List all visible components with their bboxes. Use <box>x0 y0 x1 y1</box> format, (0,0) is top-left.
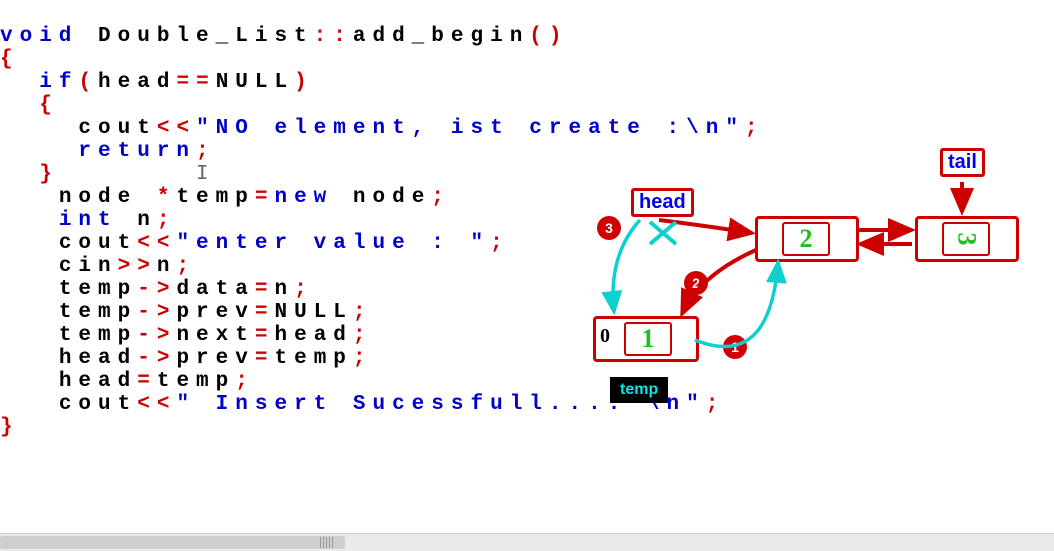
node-3: 3 <box>915 216 1019 262</box>
node-2: 2 <box>755 216 859 262</box>
linked-list-diagram: head tail 2 3 0 1 temp 3 2 1 <box>0 0 1054 551</box>
step-1-badge: 1 <box>723 335 747 359</box>
step-2-badge: 2 <box>684 271 708 295</box>
step-3-badge: 3 <box>597 216 621 240</box>
node-temp-prev: 0 <box>600 325 610 348</box>
horizontal-scrollbar[interactable] <box>0 533 1054 551</box>
scrollbar-thumb[interactable] <box>0 536 345 549</box>
temp-label: temp <box>610 377 668 403</box>
node-3-value: 3 <box>951 233 981 246</box>
node-2-value: 2 <box>800 224 813 254</box>
head-label: head <box>631 188 694 217</box>
node-temp-value: 1 <box>642 324 655 354</box>
tail-label: tail <box>940 148 985 177</box>
scrollbar-grip-icon <box>320 537 334 548</box>
node-temp: 0 1 <box>593 316 699 362</box>
